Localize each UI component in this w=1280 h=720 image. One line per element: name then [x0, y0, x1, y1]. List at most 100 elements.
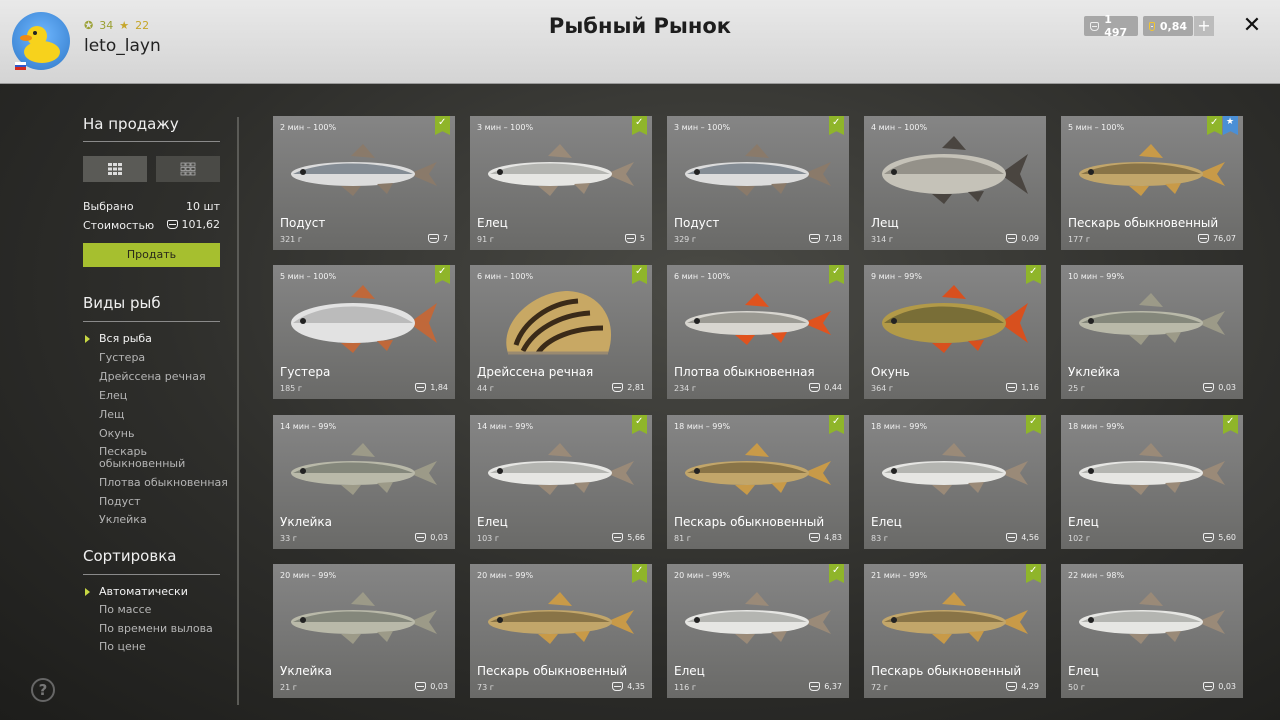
fish-price: 4,29: [1006, 682, 1039, 691]
fish-name: Уклейка: [280, 664, 333, 678]
fish-card[interactable]: 5 мин – 100% Пескарь обыкновенный 177 г …: [1061, 116, 1243, 250]
fish-card[interactable]: 18 мин – 99% Елец 102 г 5,60: [1061, 415, 1243, 549]
fish-card[interactable]: 20 мин – 99% Елец 116 г 6,37: [667, 564, 849, 698]
fish-name: Пескарь обыкновенный: [871, 664, 1022, 678]
sort-option[interactable]: По времени вылова: [99, 623, 229, 635]
species-filter-item[interactable]: Лещ: [99, 409, 229, 421]
fish-card[interactable]: 6 мин – 100% Плотва обыкновенная 234 г 0…: [667, 265, 849, 399]
catch-time: 18 мин – 99%: [674, 422, 731, 431]
gold-coin-icon: [1149, 21, 1155, 31]
fish-card[interactable]: 5 мин – 100% Густера 185 г 1,84: [273, 265, 455, 399]
species-filter-item[interactable]: Уклейка: [99, 514, 229, 526]
selected-check-icon: [829, 265, 844, 284]
fish-card[interactable]: 22 мин – 98% Елец 50 г 0,03: [1061, 564, 1243, 698]
fish-price: 0,09: [1006, 234, 1039, 243]
fish-price: 7: [427, 234, 448, 243]
fish-card[interactable]: 3 мин – 100% Елец 91 г 5: [470, 116, 652, 250]
catch-time: 14 мин – 99%: [280, 422, 337, 431]
sort-option[interactable]: По цене: [99, 641, 229, 653]
fish-price: 76,07: [1198, 234, 1236, 243]
help-button[interactable]: ?: [31, 678, 55, 702]
selected-arrow-icon: [85, 335, 90, 343]
fish-card[interactable]: 4 мин – 100% Лещ 314 г 0,09: [864, 116, 1046, 250]
fish-image: [281, 433, 447, 515]
fish-card[interactable]: 2 мин – 100% Подуст 321 г 7: [273, 116, 455, 250]
fish-card[interactable]: 10 мин – 99% Уклейка 25 г 0,03: [1061, 265, 1243, 399]
price-value: 0,03: [1218, 682, 1236, 691]
silver-coin-icon: [624, 234, 636, 243]
fish-image: [1069, 582, 1235, 664]
fish-card[interactable]: 14 мин – 99% Уклейка 33 г 0,03: [273, 415, 455, 549]
fish-card[interactable]: 20 мин – 99% Уклейка 21 г 0,03: [273, 564, 455, 698]
fish-card[interactable]: 20 мин – 99% Пескарь обыкновенный 73 г 4…: [470, 564, 652, 698]
fish-image: [478, 134, 644, 216]
sell-button[interactable]: Продать: [83, 243, 220, 267]
cost-value-group: 101,62: [166, 218, 220, 231]
selected-check-icon: [632, 265, 647, 284]
gold-value: 0,84: [1159, 19, 1187, 33]
species-filter-item[interactable]: Густера: [99, 352, 229, 364]
catch-time: 20 мин – 99%: [280, 571, 337, 580]
fish-price: 4,35: [612, 682, 645, 691]
fish-card[interactable]: 18 мин – 99% Елец 83 г 4,56: [864, 415, 1046, 549]
fish-card[interactable]: 14 мин – 99% Елец 103 г 5,66: [470, 415, 652, 549]
fish-card[interactable]: 6 мин – 100% Дрейссена речная 44 г 2,81: [470, 265, 652, 399]
species-filter-item[interactable]: Окунь: [99, 428, 229, 440]
fish-price: 0,03: [1203, 682, 1236, 691]
sidebar-divider: [237, 117, 239, 705]
fish-name: Пескарь обыкновенный: [1068, 216, 1219, 230]
silver-coin-icon: [415, 383, 427, 392]
fish-image: [1069, 283, 1235, 365]
fish-weight: 21 г: [280, 683, 297, 692]
catch-time: 18 мин – 99%: [1068, 422, 1125, 431]
fish-image: [281, 134, 447, 216]
fish-price: 5,66: [612, 533, 645, 542]
silver-coin-icon: [415, 682, 427, 691]
fish-weight: 177 г: [1068, 235, 1091, 244]
silver-coin-icon: [809, 234, 821, 243]
catch-time: 4 мин – 100%: [871, 123, 928, 132]
species-filter-item[interactable]: Елец: [99, 390, 229, 402]
selected-check-icon: [1223, 415, 1238, 434]
species-filter-item[interactable]: Дрейссена речная: [99, 371, 229, 383]
sort-option[interactable]: Автоматически: [99, 586, 229, 598]
silver-coin-icon: [1090, 21, 1100, 31]
fish-image: [1069, 433, 1235, 515]
fish-card[interactable]: 3 мин – 100% Подуст 329 г 7,18: [667, 116, 849, 250]
silver-coin-icon: [612, 682, 624, 691]
fish-weight: 72 г: [871, 683, 888, 692]
species-filter-item[interactable]: Вся рыба: [99, 333, 229, 345]
silver-balance: 1 497: [1084, 13, 1138, 39]
silver-coin-icon: [612, 533, 624, 542]
catch-time: 3 мин – 100%: [477, 123, 534, 132]
fish-card[interactable]: 9 мин – 99% Окунь 364 г 1,16: [864, 265, 1046, 399]
sort-option[interactable]: По массе: [99, 604, 229, 616]
fish-image: [675, 134, 841, 216]
fish-card[interactable]: 21 мин – 99% Пескарь обыкновенный 72 г 4…: [864, 564, 1046, 698]
price-value: 7: [442, 234, 448, 243]
catch-time: 2 мин – 100%: [280, 123, 337, 132]
species-filter-item[interactable]: Плотва обыкновенная: [99, 477, 229, 489]
fish-name: Уклейка: [1068, 365, 1121, 379]
price-value: 0,44: [824, 383, 842, 392]
fish-card[interactable]: 18 мин – 99% Пескарь обыкновенный 81 г 4…: [667, 415, 849, 549]
fish-weight: 25 г: [1068, 384, 1085, 393]
fish-weight: 102 г: [1068, 534, 1091, 543]
fish-price: 4,56: [1006, 533, 1039, 542]
price-value: 0,03: [430, 682, 448, 691]
fish-weight: 44 г: [477, 384, 494, 393]
grid-small-view-button[interactable]: [156, 156, 220, 182]
silver-coin-icon: [1203, 533, 1215, 542]
cost-label: Стоимостью: [83, 219, 155, 232]
grid-large-view-button[interactable]: [83, 156, 147, 182]
species-filter-item[interactable]: Пескарь обыкновенный: [99, 446, 185, 470]
price-value: 4,29: [1021, 682, 1039, 691]
divider: [83, 321, 220, 322]
fish-image: [675, 433, 841, 515]
catch-time: 10 мин – 99%: [1068, 272, 1125, 281]
fish-image: [872, 283, 1038, 365]
fish-weight: 314 г: [871, 235, 894, 244]
add-gold-button[interactable]: +: [1194, 16, 1214, 36]
close-button[interactable]: ✕: [1240, 14, 1264, 38]
species-filter-item[interactable]: Подуст: [99, 496, 229, 508]
